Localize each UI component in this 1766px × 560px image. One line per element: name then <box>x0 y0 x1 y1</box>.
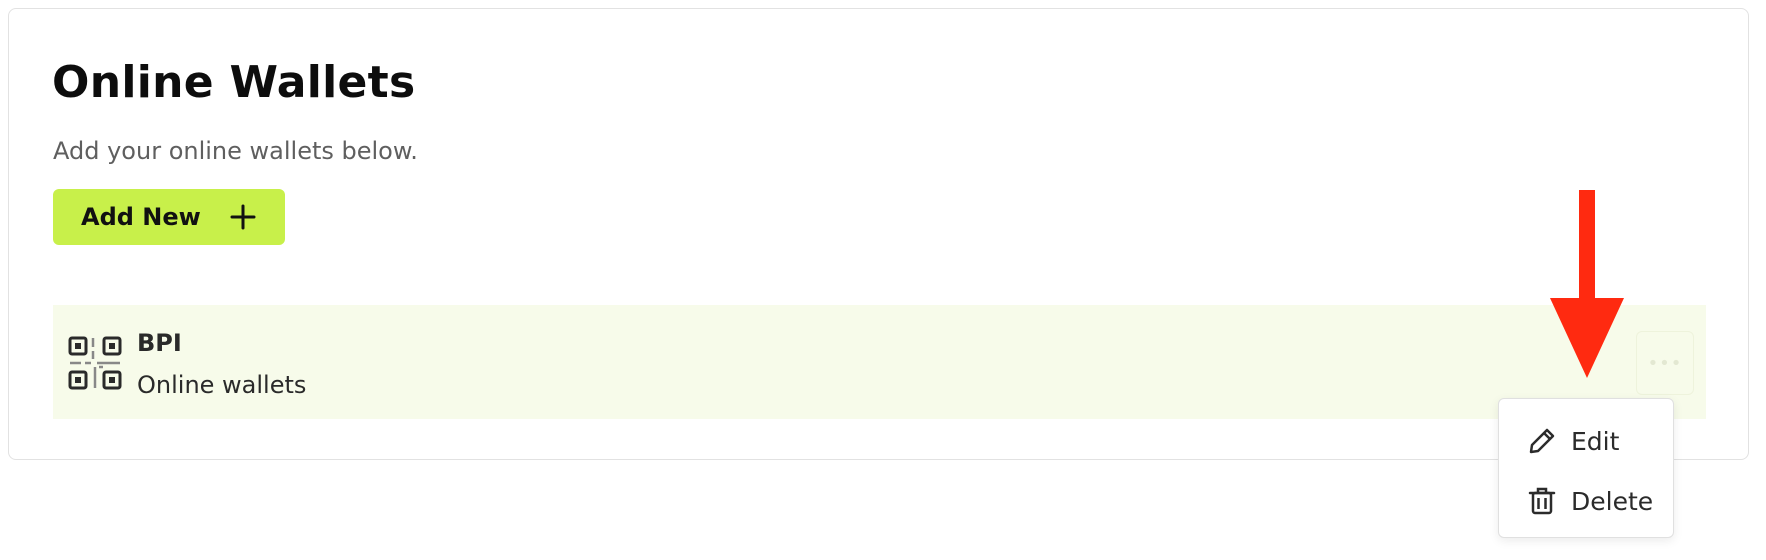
plus-icon <box>229 203 257 231</box>
trash-icon <box>1527 486 1557 516</box>
menu-item-label: Edit <box>1571 426 1620 456</box>
wallet-actions-menu: Edit Delete <box>1498 398 1674 538</box>
page-title: Online Wallets <box>52 57 416 108</box>
wallet-row[interactable]: BPI Online wallets ••• <box>53 305 1706 419</box>
qr-code-icon <box>67 335 123 391</box>
menu-item-delete[interactable]: Delete <box>1499 475 1673 527</box>
add-new-button[interactable]: Add New <box>53 189 285 245</box>
online-wallets-card: Online Wallets Add your online wallets b… <box>8 8 1749 460</box>
arrow-down-icon <box>1548 190 1626 380</box>
pencil-icon <box>1527 426 1557 456</box>
more-options-icon[interactable]: ••• <box>1636 331 1694 395</box>
wallet-type: Online wallets <box>137 371 307 399</box>
add-new-label: Add New <box>81 203 201 231</box>
page-subtitle: Add your online wallets below. <box>53 137 418 165</box>
menu-item-label: Delete <box>1571 486 1654 516</box>
wallet-name: BPI <box>137 329 182 357</box>
menu-item-edit[interactable]: Edit <box>1499 415 1673 467</box>
